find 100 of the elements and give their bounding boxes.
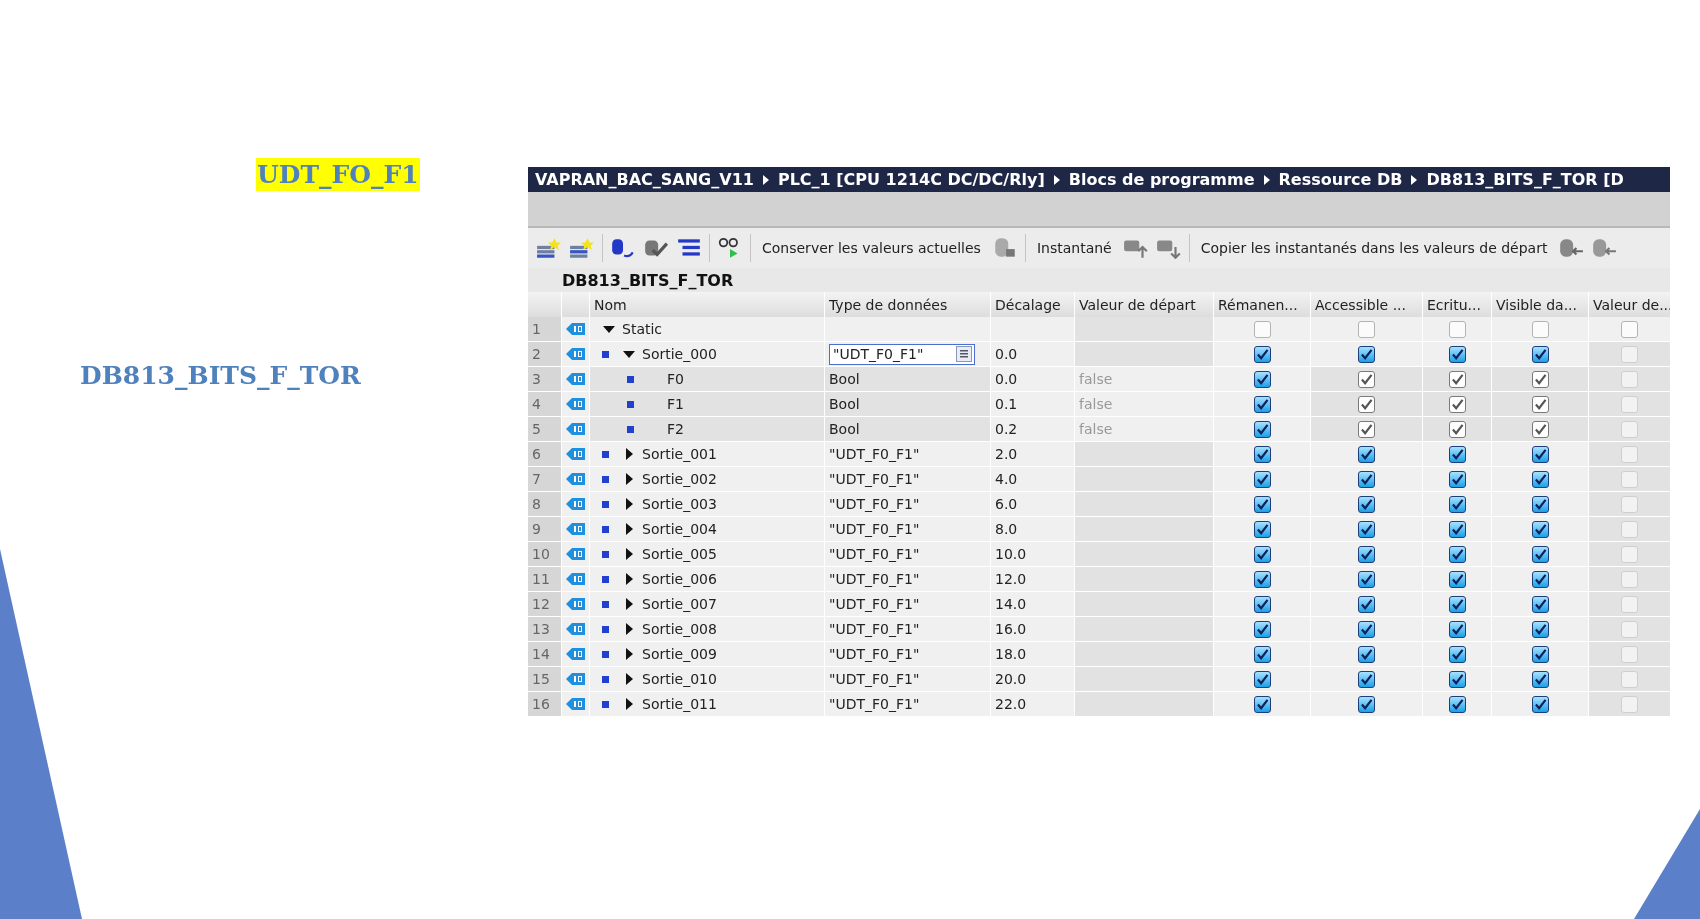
breadcrumb-item[interactable]: VAPRAN_BAC_SANG_V11 [535, 170, 754, 189]
expand-arrow-icon[interactable] [625, 698, 633, 710]
checkbox[interactable] [1448, 520, 1466, 538]
checkbox[interactable] [1448, 620, 1466, 638]
breadcrumb-item[interactable]: Ressource DB [1278, 170, 1403, 189]
checkbox[interactable] [1448, 570, 1466, 588]
checkbox[interactable] [1531, 695, 1549, 713]
add-row-icon[interactable] [536, 237, 562, 259]
camera-down-icon[interactable] [1155, 237, 1182, 259]
insert-row-icon[interactable] [569, 237, 595, 259]
database-arrow-icon[interactable] [1558, 237, 1585, 259]
checkbox[interactable] [1253, 645, 1271, 663]
breadcrumb-item[interactable]: DB813_BITS_F_TOR [D [1426, 170, 1624, 189]
column-header[interactable]: Visible da... [1492, 292, 1588, 318]
checkbox[interactable] [1253, 570, 1271, 588]
checkbox[interactable] [1253, 420, 1271, 438]
column-header[interactable]: Accessible ... [1311, 292, 1422, 318]
checkbox[interactable] [1253, 545, 1271, 563]
column-header[interactable]: Valeur de départ [1075, 292, 1213, 318]
checkbox[interactable] [1448, 470, 1466, 488]
checkbox[interactable] [1531, 670, 1549, 688]
checkbox[interactable] [1531, 495, 1549, 513]
checkbox[interactable] [1358, 520, 1375, 538]
column-header[interactable]: Décalage [991, 292, 1074, 318]
expand-arrow-icon[interactable] [625, 648, 633, 660]
checkbox[interactable] [1358, 545, 1375, 563]
snapshot-button[interactable]: Instantané [1032, 240, 1116, 256]
checkbox[interactable] [1531, 320, 1549, 338]
expand-arrow-icon[interactable] [625, 598, 633, 610]
collapse-arrow-icon[interactable] [623, 350, 635, 358]
checkbox[interactable] [1448, 545, 1466, 563]
checkbox[interactable] [1358, 570, 1375, 588]
checkbox[interactable] [1448, 345, 1466, 363]
column-header[interactable]: Nom [590, 292, 824, 318]
checkbox[interactable] [1253, 320, 1271, 338]
checkbox[interactable] [1531, 545, 1549, 563]
checkbox[interactable] [1253, 345, 1271, 363]
column-header[interactable]: Rémanen... [1214, 292, 1310, 318]
breadcrumb-arrow-icon [1263, 174, 1270, 185]
checkbox[interactable] [1531, 470, 1549, 488]
checkbox[interactable] [1358, 445, 1375, 463]
checkbox[interactable] [1253, 445, 1271, 463]
expand-arrow-icon[interactable] [625, 573, 633, 585]
checkbox[interactable] [1253, 620, 1271, 638]
checkbox[interactable] [1448, 695, 1466, 713]
member-square-icon [601, 450, 609, 458]
checkbox[interactable] [1448, 445, 1466, 463]
checkbox[interactable] [1253, 695, 1271, 713]
checkbox[interactable] [1253, 670, 1271, 688]
list-picker-icon[interactable] [956, 346, 972, 362]
expand-arrow-icon[interactable] [625, 673, 633, 685]
checkbox[interactable] [1448, 495, 1466, 513]
checkbox[interactable] [1253, 370, 1271, 388]
checkbox[interactable] [1358, 620, 1375, 638]
data-type-field[interactable]: "UDT_F0_F1" [829, 343, 975, 365]
checkbox[interactable] [1531, 645, 1549, 663]
checkbox[interactable] [1358, 320, 1375, 338]
expand-arrow-icon[interactable] [625, 548, 633, 560]
expand-arrow-icon[interactable] [625, 523, 633, 535]
checkbox[interactable] [1621, 320, 1638, 338]
checkbox[interactable] [1253, 395, 1271, 413]
checkbox[interactable] [1358, 645, 1375, 663]
row-number: 5 [528, 417, 561, 441]
expand-arrow-icon[interactable] [625, 498, 633, 510]
checkbox[interactable] [1253, 595, 1271, 613]
checkbox[interactable] [1253, 495, 1271, 513]
checkbox[interactable] [1253, 520, 1271, 538]
checkbox[interactable] [1448, 645, 1466, 663]
column-header[interactable]: Type de données [825, 292, 990, 318]
tag-icon [565, 522, 586, 536]
breadcrumb-item[interactable]: PLC_1 [CPU 1214C DC/DC/Rly] [777, 170, 1045, 189]
database-arrow-icon[interactable] [1591, 237, 1618, 259]
checkbox[interactable] [1253, 470, 1271, 488]
checkbox[interactable] [1448, 320, 1466, 338]
copy-snapshots-button[interactable]: Copier les instantanés dans les valeurs de départ [1196, 240, 1552, 256]
checkbox[interactable] [1448, 595, 1466, 613]
column-header[interactable]: Ecritu... [1423, 292, 1491, 318]
checkbox[interactable] [1358, 345, 1375, 363]
database-check-icon[interactable] [643, 237, 669, 259]
checkbox[interactable] [1531, 595, 1549, 613]
collapse-arrow-icon[interactable] [603, 325, 615, 333]
checkbox[interactable] [1448, 670, 1466, 688]
checkbox[interactable] [1358, 695, 1375, 713]
checkbox[interactable] [1358, 470, 1375, 488]
database-undo-icon[interactable] [610, 237, 636, 259]
expand-arrow-icon[interactable] [625, 623, 633, 635]
checkbox[interactable] [1531, 445, 1549, 463]
checkbox[interactable] [1358, 670, 1375, 688]
breadcrumb-item[interactable]: Blocs de programme [1068, 170, 1255, 189]
checkbox[interactable] [1531, 620, 1549, 638]
list-icon[interactable] [676, 237, 702, 259]
checkbox[interactable] [1531, 345, 1549, 363]
expand-arrow-icon[interactable] [625, 448, 633, 460]
checkbox[interactable] [1358, 595, 1375, 613]
camera-up-icon[interactable] [1122, 237, 1149, 259]
expand-arrow-icon[interactable] [625, 473, 633, 485]
checkbox[interactable] [1531, 520, 1549, 538]
checkbox[interactable] [1531, 570, 1549, 588]
checkbox[interactable] [1358, 495, 1375, 513]
keep-values-button[interactable]: Conserver les valeurs actuelles [758, 240, 985, 256]
